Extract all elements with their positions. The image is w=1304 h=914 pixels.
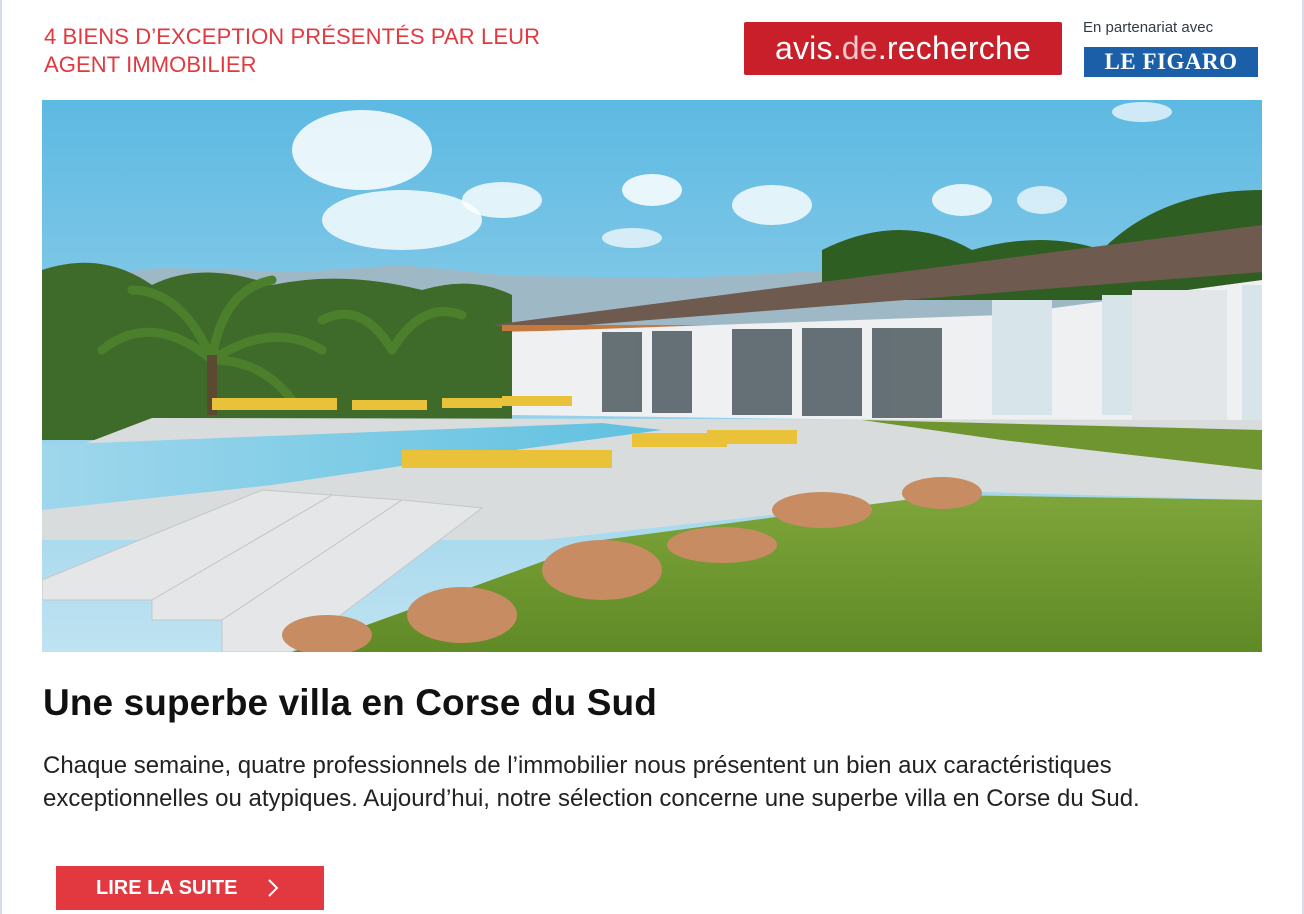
le-figaro-logo[interactable]: LE FIGARO xyxy=(1084,47,1258,77)
article-text: Chaque semaine, quatre professionnels de… xyxy=(43,752,1140,812)
brand-logo-part-avis: avis xyxy=(774,30,833,66)
chevron-right-icon xyxy=(267,878,279,898)
hero-photo[interactable] xyxy=(42,100,1262,652)
brand-logo-part-de: de xyxy=(841,30,878,66)
avis-de-recherche-logo[interactable]: avis. de. recherche xyxy=(744,22,1062,75)
article-title[interactable]: Une superbe villa en Corse du Sud xyxy=(43,682,1243,724)
villa-pool-photo xyxy=(42,100,1262,652)
frame-border-left xyxy=(0,0,2,914)
read-more-label: LIRE LA SUITE xyxy=(96,876,238,899)
brand-logo-dot-1: . xyxy=(832,30,842,66)
header-tagline: 4 BIENS D’EXCEPTION PRÉSENTÉS PAR LEUR A… xyxy=(44,23,664,79)
brand-logo-part-recherche: recherche xyxy=(886,30,1031,66)
read-more-button[interactable]: LIRE LA SUITE xyxy=(56,866,324,910)
partner-label: En partenariat avec xyxy=(1083,19,1214,36)
tagline-line-1: 4 BIENS D’EXCEPTION PRÉSENTÉS PAR LEUR xyxy=(44,24,541,49)
tagline-line-2: AGENT IMMOBILIER xyxy=(44,52,257,77)
brand-logo-dot-2: . xyxy=(877,30,887,66)
